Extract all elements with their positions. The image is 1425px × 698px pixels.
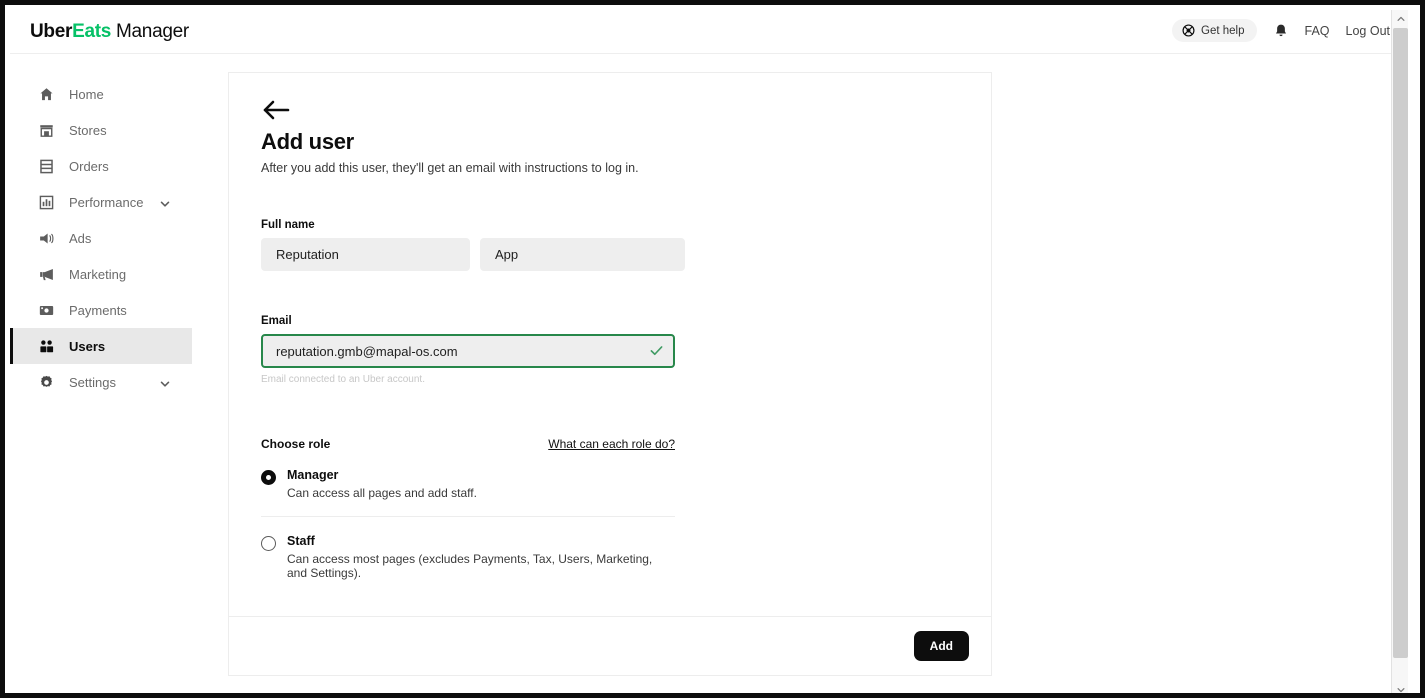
vertical-scrollbar[interactable] [1391,10,1408,693]
role-option-manager[interactable]: Manager Can access all pages and add sta… [261,451,675,516]
email-label: Email [261,315,292,327]
sidebar-item-performance[interactable]: Performance [10,184,192,220]
payments-icon [38,302,55,319]
role-option-staff-text: Staff Can access most pages (excludes Pa… [287,534,675,580]
sidebar-item-settings-label: Settings [69,374,116,390]
sidebar-item-stores[interactable]: Stores [10,112,192,148]
main-content: Add user After you add this user, they'l… [192,54,1408,693]
lifebuoy-icon [1182,24,1195,37]
full-name-field-group: Full name Reputation App [261,219,959,271]
chevron-down-icon[interactable] [160,197,170,207]
home-icon [38,86,55,103]
sidebar-item-home-label: Home [69,86,104,102]
sidebar-item-orders[interactable]: Orders [10,148,192,184]
email-input-wrapper: reputation.gmb@mapal-os.com [261,334,675,368]
radio-staff[interactable] [261,536,276,551]
bell-icon[interactable] [1273,22,1289,40]
add-user-footer: Add [229,616,991,675]
role-option-manager-text: Manager Can access all pages and add sta… [287,468,477,500]
megaphone-icon [38,266,55,283]
top-bar-actions: Get help FAQ Log Out [1172,19,1390,42]
sidebar-item-orders-label: Orders [69,158,109,174]
role-help-link[interactable]: What can each role do? [548,437,675,451]
sidebar-item-marketing[interactable]: Marketing [10,256,192,292]
browser-frame: UberEats Manager Get help FAQ Log Out Ho… [0,0,1425,698]
email-input[interactable]: reputation.gmb@mapal-os.com [261,334,675,368]
logo-uber: Uber [30,21,73,42]
page-subtitle: After you add this user, they'll get an … [261,161,639,175]
sidebar-item-marketing-label: Marketing [69,266,127,282]
full-name-inputs: Reputation App [261,238,959,271]
scroll-down-button[interactable] [1392,681,1408,693]
sidebar-item-payments[interactable]: Payments [10,292,192,328]
role-option-manager-desc: Can access all pages and add staff. [287,486,477,500]
scroll-up-button[interactable] [1392,10,1408,27]
logo-manager: Manager [116,21,189,42]
email-helper-text: Email connected to an Uber account. [261,374,425,385]
bar-chart-icon [38,194,55,211]
sidebar-item-settings[interactable]: Settings [10,364,192,400]
role-option-staff-name: Staff [287,534,315,548]
page-viewport: UberEats Manager Get help FAQ Log Out Ho… [10,10,1408,693]
faq-link[interactable]: FAQ [1305,24,1330,38]
role-option-manager-name: Manager [287,468,339,482]
radio-manager[interactable] [261,470,276,485]
orders-icon [38,158,55,175]
role-option-staff[interactable]: Staff Can access most pages (excludes Pa… [261,516,675,596]
sidebar-nav: Home Stores Orders Performance Ads Marke… [10,54,192,693]
log-out-link[interactable]: Log Out [1346,24,1390,38]
store-icon [38,122,55,139]
scrollbar-thumb[interactable] [1393,28,1408,658]
choose-role-section: Choose role What can each role do? Manag… [261,437,675,596]
sidebar-item-stores-label: Stores [69,122,107,138]
add-user-form: Add user After you add this user, they'l… [229,73,991,616]
page-title: Add user [261,129,354,154]
sidebar-item-users-label: Users [69,338,106,354]
choose-role-header: Choose role What can each role do? [261,437,675,451]
email-field-group: Email reputation.gmb@mapal-os.com Email … [261,315,959,385]
logo-eats: Eats [72,21,112,42]
sidebar-item-payments-label: Payments [69,302,127,318]
full-name-label: Full name [261,219,315,231]
users-icon [38,338,55,355]
add-user-button[interactable]: Add [913,631,969,661]
sidebar-item-users[interactable]: Users [10,328,192,364]
check-icon [649,343,664,358]
sidebar-item-ads[interactable]: Ads [10,220,192,256]
app-logo[interactable]: UberEats Manager [30,21,189,43]
first-name-input[interactable]: Reputation [261,238,470,271]
ads-icon [38,230,55,247]
role-option-staff-desc: Can access most pages (excludes Payments… [287,552,653,580]
sidebar-item-performance-label: Performance [69,194,144,210]
get-help-label: Get help [1201,24,1245,37]
chevron-down-icon[interactable] [160,377,170,387]
sidebar-item-home[interactable]: Home [10,76,192,112]
get-help-button[interactable]: Get help [1172,19,1257,42]
sidebar-item-ads-label: Ads [69,230,92,246]
back-arrow-icon[interactable] [261,99,291,121]
last-name-input[interactable]: App [480,238,685,271]
choose-role-label: Choose role [261,437,331,451]
top-bar: UberEats Manager Get help FAQ Log Out [10,10,1408,54]
add-user-card: Add user After you add this user, they'l… [228,72,992,676]
gear-icon [38,374,55,391]
